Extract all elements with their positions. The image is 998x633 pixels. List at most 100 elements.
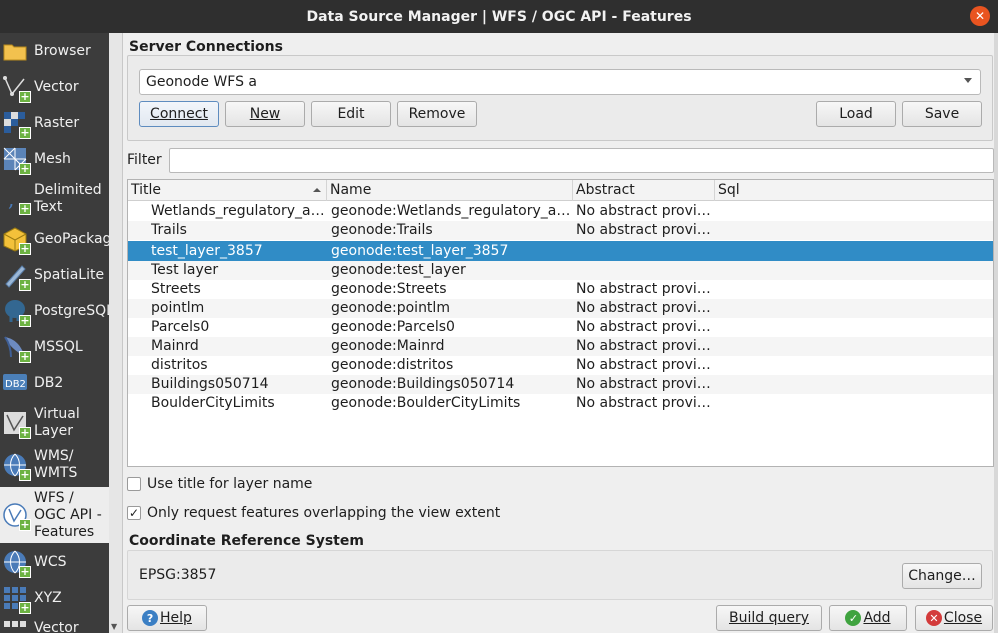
sidebar-item-wfs[interactable]: + WFS / OGC API - Features <box>0 487 109 543</box>
mesh-icon: + <box>2 146 31 175</box>
only-request-label: Only request features overlapping the vi… <box>147 505 501 521</box>
sidebar-item-label: MSSQL <box>34 338 83 355</box>
edit-button[interactable]: Edit <box>311 101 391 127</box>
folder-icon <box>2 38 28 64</box>
main-panel: Server Connections Geonode WFS a Connect… <box>123 33 998 633</box>
delimited-text-icon: , + <box>8 187 31 215</box>
wfs-icon: + <box>2 502 31 531</box>
sidebar-item-label: WFS / OGC API - Features <box>34 489 102 540</box>
column-header-name[interactable]: Name <box>327 180 573 201</box>
sidebar-item-label: Raster <box>34 114 80 131</box>
change-crs-button[interactable]: Change… <box>902 563 982 589</box>
table-row[interactable]: Trails geonode:Trails No abstract provi… <box>128 221 993 240</box>
vector-tile-icon <box>2 615 28 633</box>
window-close-button[interactable]: ✕ <box>970 6 990 26</box>
spatialite-icon: + <box>2 262 31 291</box>
sidebar-item-virtual-layer[interactable]: + Virtual Layer <box>0 403 109 443</box>
filter-label: Filter <box>127 152 162 168</box>
close-icon: ✕ <box>925 610 942 626</box>
table-row[interactable]: Streets geonode:Streets No abstract prov… <box>128 280 993 299</box>
table-row[interactable]: Test layer geonode:test_layer <box>128 261 993 280</box>
help-button[interactable]: ? Help <box>127 605 207 631</box>
sidebar-item-mesh[interactable]: + Mesh <box>0 143 109 175</box>
sidebar-item-label: SpatiaLite <box>34 266 105 283</box>
only-request-checkbox[interactable]: ✓ <box>127 506 141 520</box>
virtual-layer-icon: + <box>2 410 31 439</box>
postgresql-icon: + <box>2 298 31 327</box>
crs-value: EPSG:3857 <box>139 567 217 583</box>
raster-icon: + <box>2 110 31 139</box>
sidebar-item-label: Delimited Text <box>34 182 102 215</box>
connection-select[interactable]: Geonode WFS a <box>139 69 981 95</box>
sidebar-item-delimited-text[interactable]: , + Delimited Text <box>0 179 109 219</box>
db2-icon: DB2 <box>2 370 28 396</box>
sidebar-item-label: Browser <box>34 42 91 59</box>
table-row[interactable]: Parcels0 geonode:Parcels0 No abstract pr… <box>128 318 993 337</box>
sidebar-item-db2[interactable]: DB2 DB2 <box>0 367 109 399</box>
window-titlebar: Data Source Manager | WFS / OGC API - Fe… <box>0 0 998 33</box>
table-row[interactable]: pointlm geonode:pointlm No abstract prov… <box>128 299 993 318</box>
sidebar-scrollbar[interactable]: ▼ <box>109 33 123 633</box>
sidebar-item-vector-tile[interactable]: Vector <box>0 616 109 633</box>
server-connections-group <box>127 55 993 141</box>
sidebar-item-wcs[interactable]: + WCS <box>0 546 109 578</box>
svg-text:,: , <box>8 187 14 211</box>
load-button[interactable]: Load <box>816 101 896 127</box>
column-header-title[interactable]: Title <box>128 180 327 201</box>
new-button[interactable]: New <box>225 101 305 127</box>
scroll-down-icon[interactable]: ▼ <box>111 622 117 631</box>
build-query-button[interactable]: Build query <box>716 605 822 631</box>
table-row[interactable]: distritos geonode:distritos No abstract … <box>128 356 993 375</box>
geopackage-icon: + <box>2 226 31 255</box>
sidebar-item-spatialite[interactable]: + SpatiaLite <box>0 259 109 291</box>
use-title-option[interactable]: Use title for layer name <box>127 476 312 492</box>
sort-ascending-icon <box>313 188 321 192</box>
chevron-down-icon <box>964 78 972 83</box>
add-button[interactable]: ✓ Add <box>829 605 907 631</box>
sidebar-item-mssql[interactable]: + MSSQL <box>0 331 109 363</box>
column-header-sql[interactable]: Sql <box>715 180 993 201</box>
table-row[interactable]: BoulderCityLimits geonode:BoulderCityLim… <box>128 394 993 413</box>
sidebar-item-label: DB2 <box>34 374 64 391</box>
sidebar-item-geopackage[interactable]: + GeoPackage <box>0 223 109 255</box>
xyz-icon: + <box>2 585 31 614</box>
column-header-abstract[interactable]: Abstract <box>573 180 715 201</box>
wms-icon: + <box>2 452 31 481</box>
save-button[interactable]: Save <box>902 101 982 127</box>
table-row[interactable]: Mainrd geonode:Mainrd No abstract provi… <box>128 337 993 356</box>
use-title-label: Use title for layer name <box>147 476 313 492</box>
sidebar-item-browser[interactable]: Browser <box>0 35 109 67</box>
window-edge <box>994 33 998 633</box>
sidebar-item-label: PostgreSQL <box>34 302 109 319</box>
use-title-checkbox[interactable] <box>127 477 141 491</box>
only-request-option[interactable]: ✓ Only request features overlapping the … <box>127 505 500 521</box>
sidebar-item-raster[interactable]: + Raster <box>0 107 109 139</box>
window-title: Data Source Manager | WFS / OGC API - Fe… <box>306 8 692 25</box>
sidebar-item-xyz[interactable]: + XYZ <box>0 582 109 614</box>
connect-button[interactable]: Connect <box>139 101 219 127</box>
close-button[interactable]: ✕ Close <box>915 605 993 631</box>
filter-input[interactable] <box>169 148 994 173</box>
sidebar-item-label: WMS/ WMTS <box>34 448 78 481</box>
check-icon: ✓ <box>845 610 862 626</box>
sidebar-item-label: Mesh <box>34 150 71 167</box>
table-row[interactable]: Wetlands_regulatory_a… geonode:Wetlands_… <box>128 202 993 221</box>
sidebar-item-postgresql[interactable]: + PostgreSQL <box>0 295 109 327</box>
mssql-icon: + <box>2 334 31 363</box>
wcs-icon: + <box>2 549 31 578</box>
sidebar-item-vector[interactable]: + Vector <box>0 71 109 103</box>
layers-table[interactable]: Title Name Abstract Sql Wetlands_regulat… <box>127 179 994 467</box>
server-connections-title: Server Connections <box>129 39 283 55</box>
sidebar-item-label: WCS <box>34 553 67 570</box>
connection-select-value: Geonode WFS a <box>146 74 257 90</box>
table-row-selected[interactable]: test_layer_3857 geonode:test_layer_3857 <box>128 241 993 261</box>
sidebar-item-wms[interactable]: + WMS/ WMTS <box>0 445 109 485</box>
sidebar-item-label: Vector <box>34 78 79 95</box>
table-row[interactable]: Buildings050714 geonode:Buildings050714 … <box>128 375 993 394</box>
sidebar-item-label: XYZ <box>34 589 62 606</box>
crs-title: Coordinate Reference System <box>129 533 364 549</box>
crs-group: EPSG:3857 Change… <box>127 550 993 600</box>
sidebar-item-label: GeoPackage <box>34 230 109 247</box>
vector-icon: + <box>2 74 31 103</box>
remove-button[interactable]: Remove <box>397 101 477 127</box>
